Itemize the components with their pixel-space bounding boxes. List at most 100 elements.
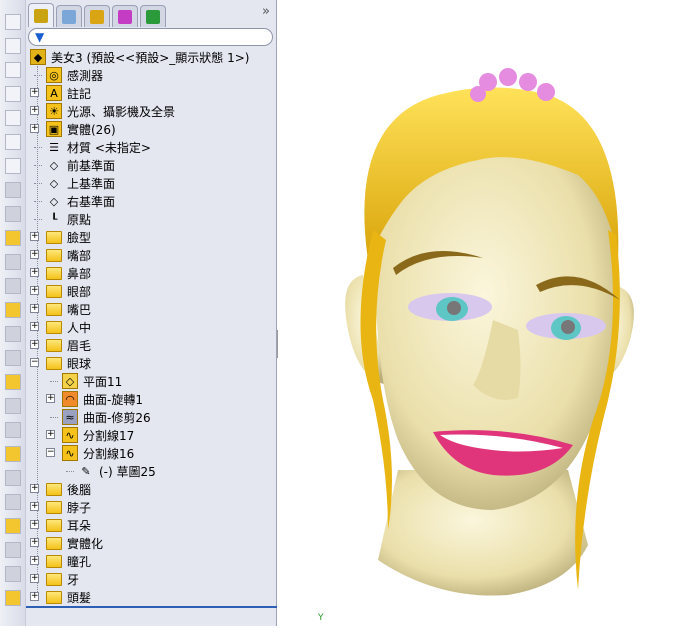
tree-item-label: 美女3 (預設<<預設>_顯示狀態 1>): [51, 50, 250, 65]
sketch-icon[interactable]: [5, 182, 21, 198]
expand-button[interactable]: +: [30, 88, 39, 97]
tree-item[interactable]: 鼻部: [46, 264, 91, 282]
tree-item[interactable]: 瞳孔: [46, 552, 91, 570]
expand-button[interactable]: +: [30, 322, 39, 331]
tree-item[interactable]: ≈ 曲面-修剪26: [62, 408, 151, 426]
tree-item[interactable]: ◇ 前基準面: [46, 156, 115, 174]
expand-button[interactable]: +: [30, 268, 39, 277]
expand-button[interactable]: +: [30, 538, 39, 547]
tree-item[interactable]: 頭髮: [46, 588, 91, 606]
tree-item-label: 眉毛: [67, 338, 92, 353]
insert-part-icon[interactable]: [5, 278, 21, 294]
expand-button[interactable]: +: [30, 286, 39, 295]
tree-filter-input[interactable]: ▼: [28, 28, 273, 46]
tree-connector: [34, 147, 42, 148]
tree-item[interactable]: 臉型: [46, 228, 91, 246]
revolve-icon[interactable]: [5, 326, 21, 342]
tree-item[interactable]: ◇ 上基準面: [46, 174, 115, 192]
collapse-button[interactable]: −: [30, 358, 39, 367]
view-front-icon[interactable]: [5, 14, 21, 30]
dimxpert-tab[interactable]: [112, 5, 138, 27]
tree-item[interactable]: ◇ 右基準面: [46, 192, 115, 210]
move-icon[interactable]: [5, 590, 21, 606]
view-top-icon[interactable]: [5, 110, 21, 126]
expand-button[interactable]: +: [46, 394, 55, 403]
add-body-icon[interactable]: [5, 254, 21, 270]
tree-item[interactable]: 脖子: [46, 498, 91, 516]
configurationmanager-tab[interactable]: [84, 5, 110, 27]
more-tabs-button[interactable]: »: [262, 4, 270, 19]
tree-item[interactable]: ∿ 分割線16: [62, 444, 134, 462]
chamfer-icon[interactable]: [5, 422, 21, 438]
expand-button[interactable]: +: [30, 556, 39, 565]
expand-button[interactable]: +: [30, 250, 39, 259]
appearance-icon: [146, 9, 160, 24]
tree-item[interactable]: 眉毛: [46, 336, 91, 354]
expand-button[interactable]: +: [30, 304, 39, 313]
tree-item[interactable]: 後腦: [46, 480, 91, 498]
tree-item[interactable]: 眼部: [46, 282, 91, 300]
mirror-icon[interactable]: [5, 542, 21, 558]
display-manager-tab[interactable]: [140, 5, 166, 27]
expand-button[interactable]: +: [30, 232, 39, 241]
folder-icon: [46, 571, 62, 587]
view-iso-icon[interactable]: [5, 158, 21, 174]
tree-item[interactable]: ▣ 實體(26): [46, 120, 116, 138]
tree-item[interactable]: 耳朵: [46, 516, 91, 534]
tree-item[interactable]: ☀ 光源、攝影機及全景: [46, 102, 175, 120]
rib-icon[interactable]: [5, 446, 21, 462]
pattern-icon[interactable]: [5, 566, 21, 582]
tree-item[interactable]: ◆ 美女3 (預設<<預設>_顯示狀態 1>): [30, 48, 249, 66]
loft-icon[interactable]: [5, 374, 21, 390]
tree-item[interactable]: ◇ 平面11: [62, 372, 122, 390]
tree-item[interactable]: ┖ 原點: [46, 210, 91, 228]
featuremanager-tab[interactable]: [28, 3, 54, 27]
shell-icon[interactable]: [5, 470, 21, 486]
hole-icon[interactable]: [5, 518, 21, 534]
sketch-icon: ✎: [81, 464, 91, 478]
expand-button[interactable]: +: [30, 484, 39, 493]
tree-item[interactable]: ✎ (-) 草圖25: [78, 462, 155, 480]
tree-item[interactable]: 牙: [46, 570, 79, 588]
propertymanager-tab[interactable]: [56, 5, 82, 27]
tree-item[interactable]: 人中: [46, 318, 91, 336]
tree-item[interactable]: 嘴巴: [46, 300, 91, 318]
tree-item[interactable]: 實體化: [46, 534, 103, 552]
tree-item-label: 頭髮: [67, 590, 92, 605]
tree-connector: [34, 165, 42, 166]
expand-button[interactable]: +: [30, 502, 39, 511]
graphics-viewport[interactable]: Y: [278, 0, 686, 626]
expand-button[interactable]: +: [46, 430, 55, 439]
smart-dimension-icon[interactable]: [5, 206, 21, 222]
expand-button[interactable]: +: [30, 340, 39, 349]
fillet-icon[interactable]: [5, 398, 21, 414]
expand-button[interactable]: +: [30, 124, 39, 133]
tree-item[interactable]: A 註記: [46, 84, 91, 102]
expand-button[interactable]: +: [30, 106, 39, 115]
feature-tree-icon: [34, 8, 48, 23]
sweep-icon[interactable]: [5, 350, 21, 366]
funnel-icon: ▼: [35, 30, 45, 44]
view-left-icon[interactable]: [5, 62, 21, 78]
view-right-icon[interactable]: [5, 86, 21, 102]
tree-item[interactable]: ☰ 材質 <未指定>: [46, 138, 151, 156]
tree-item[interactable]: ◎ 感測器: [46, 66, 103, 84]
tree-item[interactable]: ∿ 分割線17: [62, 426, 134, 444]
tree-item[interactable]: ◠ 曲面-旋轉1: [62, 390, 143, 408]
tree-connector: [34, 219, 42, 220]
extrude-icon[interactable]: [5, 302, 21, 318]
crosshair-icon: [118, 9, 132, 24]
tree-item[interactable]: 嘴部: [46, 246, 91, 264]
draft-icon[interactable]: [5, 494, 21, 510]
lights-icon: ☀: [46, 103, 62, 119]
expand-button[interactable]: +: [30, 520, 39, 529]
tree-item[interactable]: 眼球: [46, 354, 91, 372]
expand-button[interactable]: +: [30, 592, 39, 601]
view-bottom-icon[interactable]: [5, 134, 21, 150]
collapse-button[interactable]: −: [46, 448, 55, 457]
view-back-icon[interactable]: [5, 38, 21, 54]
relations-icon[interactable]: [5, 230, 21, 246]
expand-button[interactable]: +: [30, 574, 39, 583]
folder-icon: [46, 517, 62, 533]
folder-icon: [46, 553, 62, 569]
